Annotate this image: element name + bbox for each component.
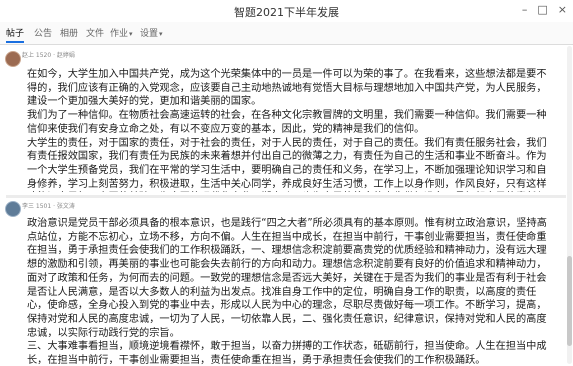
post-paragraph: 政治意识是党员干部必须具备的根本意识，也是践行“四之大者”所必须具有的基本原则。… (27, 218, 547, 339)
tab-announcements[interactable]: 公告 (34, 26, 52, 39)
tab-bar: 帖子 公告 相册 文件 作业▾ 设置▾ (0, 22, 573, 45)
post-paragraph: 大学生的责任，对于国家的责任，对于社会的责任，对于人民的责任，对于自己的责任。我… (27, 137, 547, 190)
post-feed: 赵上 1520 · 赵婷娟 在如今，大学生加入中国共产党，成为这个光荣集体中的一… (0, 45, 573, 366)
avatar[interactable] (5, 201, 21, 217)
minimize-icon[interactable]: – (522, 3, 528, 17)
divider (6, 195, 566, 198)
post-paragraph: 三、大事难事看担当，顺境逆境看襟怀，敢于担当，以奋力拼搏的工作状态，砥砺前行，担… (27, 341, 547, 366)
tab-posts[interactable]: 帖子 (6, 26, 25, 43)
chevron-down-icon: ▾ (129, 30, 133, 38)
post-paragraph: 在如今，大学生加入中国共产党，成为这个光荣集体中的一员是一件可以为荣的事了。在我… (27, 69, 547, 108)
avatar[interactable] (5, 51, 21, 67)
scrollbar[interactable] (567, 46, 572, 364)
title-bar: 智题2021下半年发展 – □ × (0, 0, 573, 23)
scrollbar-thumb[interactable] (567, 256, 572, 346)
window-controls: – □ × (522, 3, 567, 17)
tab-settings-label: 设置 (140, 29, 159, 39)
tab-assignments[interactable]: 作业▾ (110, 26, 133, 39)
tab-assignments-label: 作业 (110, 29, 129, 39)
post-meta: 赵上 1520 · 赵婷娟 (22, 52, 75, 59)
tab-files[interactable]: 文件 (86, 26, 104, 39)
tab-albums[interactable]: 相册 (60, 26, 78, 39)
chevron-down-icon: ▾ (159, 30, 163, 38)
tab-settings[interactable]: 设置▾ (140, 26, 163, 39)
maximize-icon[interactable]: □ (537, 3, 547, 17)
post-body: 在如今，大学生加入中国共产党，成为这个光荣集体中的一员是一件可以为荣的事了。在我… (27, 68, 555, 192)
post-meta: 李三 1501 · 张文涛 (22, 203, 75, 210)
window-title: 智题2021下半年发展 (234, 6, 339, 19)
post-paragraph: 我们为了一种信仰。在物质社会高速运转的社会，在各种文化宗教冒牌的文明里，我们需要… (27, 110, 547, 135)
close-icon[interactable]: × (558, 3, 567, 17)
post-body: 政治意识是党员干部必须具备的根本意识，也是践行“四之大者”所必须具有的基本原则。… (27, 217, 555, 366)
